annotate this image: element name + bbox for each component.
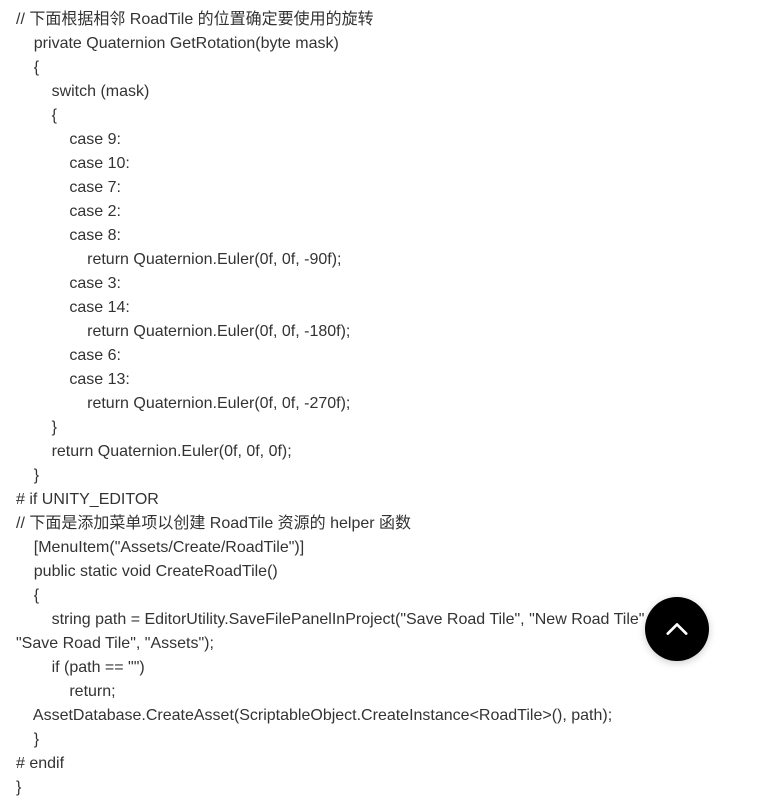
code-line: } — [16, 467, 39, 484]
code-line: // 下面是添加菜单项以创建 RoadTile 资源的 helper 函数 — [16, 515, 411, 532]
code-line: return Quaternion.Euler(0f, 0f, 0f); — [16, 443, 292, 460]
code-line: { — [16, 59, 39, 76]
code-line: case 6: — [16, 347, 121, 364]
code-line: [MenuItem("Assets/Create/RoadTile")] — [16, 539, 304, 556]
code-line: return Quaternion.Euler(0f, 0f, -180f); — [16, 323, 350, 340]
code-line: case 2: — [16, 203, 121, 220]
code-line: } — [16, 731, 39, 748]
code-line: return Quaternion.Euler(0f, 0f, -90f); — [16, 251, 341, 268]
code-line: AssetDatabase.CreateAsset(ScriptableObje… — [16, 707, 612, 724]
code-line: } — [16, 779, 21, 796]
code-line: case 8: — [16, 227, 121, 244]
chevron-up-icon — [666, 622, 688, 636]
code-line: case 7: — [16, 179, 121, 196]
code-line: case 3: — [16, 275, 121, 292]
code-line: // 下面根据相邻 RoadTile 的位置确定要使用的旋转 — [16, 11, 374, 28]
code-line: case 10: — [16, 155, 130, 172]
code-line: # if UNITY_EDITOR — [16, 491, 159, 508]
code-line-wrap: string path = EditorUtility.SaveFilePane… — [16, 611, 714, 652]
code-line: switch (mask) — [16, 83, 149, 100]
code-line: return; — [16, 683, 116, 700]
code-line: if (path == "") — [16, 659, 145, 676]
code-line: # endif — [16, 755, 64, 772]
back-to-top-button[interactable] — [645, 597, 709, 661]
code-block: // 下面根据相邻 RoadTile 的位置确定要使用的旋转 private Q… — [16, 8, 743, 800]
code-line: case 13: — [16, 371, 130, 388]
code-line: private Quaternion GetRotation(byte mask… — [16, 35, 339, 52]
code-line: { — [16, 587, 39, 604]
code-line: { — [16, 107, 57, 124]
code-line: } — [16, 419, 57, 436]
code-line: case 14: — [16, 299, 130, 316]
code-line: return Quaternion.Euler(0f, 0f, -270f); — [16, 395, 350, 412]
code-line: case 9: — [16, 131, 121, 148]
code-line: public static void CreateRoadTile() — [16, 563, 278, 580]
